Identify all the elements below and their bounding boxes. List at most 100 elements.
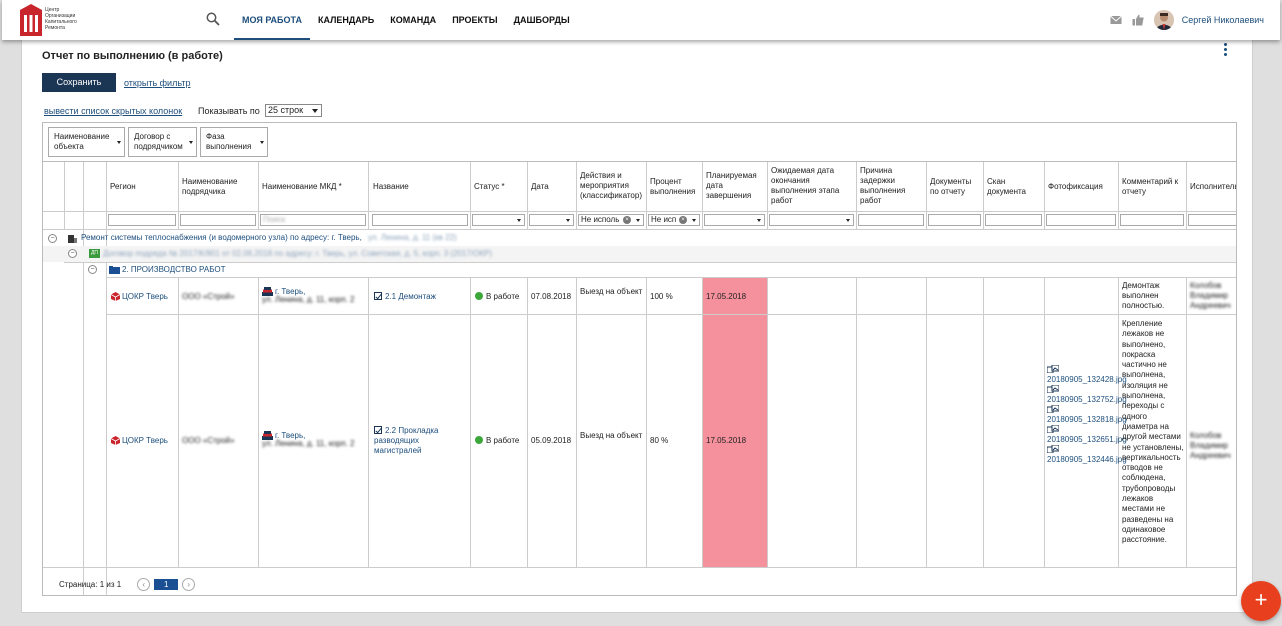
nav-my-work[interactable]: МОЯ РАБОТА bbox=[234, 0, 310, 40]
checkbox-checked-icon[interactable] bbox=[374, 426, 382, 434]
filter-select-status[interactable] bbox=[472, 214, 525, 226]
col-header-mkd[interactable]: Наименование МКД * bbox=[262, 182, 366, 192]
avatar[interactable] bbox=[1153, 10, 1174, 30]
col-header-planned[interactable]: Планируемая дата завершения bbox=[706, 171, 764, 201]
collapse-toggle-icon[interactable]: − bbox=[48, 234, 57, 243]
filter-input-contractor[interactable] bbox=[180, 214, 256, 226]
collapse-toggle-icon[interactable]: − bbox=[68, 249, 77, 258]
col-divider bbox=[1044, 277, 1045, 567]
nav-team[interactable]: КОМАНДА bbox=[382, 0, 444, 40]
filter-select-planned[interactable] bbox=[704, 214, 765, 226]
collapse-toggle-icon[interactable]: − bbox=[88, 265, 97, 274]
filter-input-documents[interactable] bbox=[928, 214, 981, 226]
logo[interactable]: Центр Организации Капитального Ремонта bbox=[20, 4, 80, 38]
col-divider bbox=[258, 277, 259, 567]
col-header-photos[interactable]: Фотофиксация bbox=[1048, 182, 1116, 192]
add-fab-button[interactable]: + bbox=[1241, 581, 1281, 621]
filter-select-percent[interactable]: Не исп × bbox=[648, 214, 700, 226]
nav-projects[interactable]: ПРОЕКТЫ bbox=[444, 0, 505, 40]
col-divider bbox=[926, 162, 927, 230]
col-header-scan[interactable]: Скан документа bbox=[987, 177, 1042, 197]
filter-input-mkd[interactable]: Поиск bbox=[260, 214, 366, 226]
thumbs-up-icon[interactable] bbox=[1132, 14, 1144, 26]
logo-icon bbox=[20, 4, 42, 36]
group-phase-label[interactable]: 2. ПРОИЗВОДСТВО РАБОТ bbox=[122, 265, 225, 274]
col-divider bbox=[527, 162, 528, 230]
photo-link[interactable]: 20180905_132428.jpg bbox=[1047, 365, 1127, 385]
col-header-documents[interactable]: Документы по отчету bbox=[930, 177, 982, 197]
image-icon bbox=[1047, 445, 1059, 453]
cell-name[interactable]: 2.1 Демонтаж bbox=[374, 292, 436, 302]
col-header-name[interactable]: Название bbox=[373, 182, 468, 192]
page-info: Страница: 1 из 1 bbox=[59, 580, 122, 589]
cell-executor: Колобов Владимир Андреевич bbox=[1190, 281, 1231, 310]
open-filter-link[interactable]: открыть фильтр bbox=[124, 78, 190, 88]
caret-down-icon bbox=[517, 219, 521, 222]
caret-down-icon bbox=[757, 219, 761, 222]
cell-mkd-address: ул. Ленина, д. 11, корп. 2 bbox=[262, 439, 355, 448]
filter-input-scan[interactable] bbox=[985, 214, 1042, 226]
hidden-columns-link[interactable]: вывести список скрытых колонок bbox=[44, 106, 182, 116]
photo-link[interactable]: 20180905_132752.jpg bbox=[1047, 385, 1127, 405]
cell-status: В работе bbox=[475, 436, 519, 446]
nav-dashboards[interactable]: ДАШБОРДЫ bbox=[506, 0, 578, 40]
rows-per-page-label: Показывать по bbox=[198, 106, 260, 116]
col-header-contractor[interactable]: Наименование подрядчика bbox=[182, 177, 256, 197]
group-chip-phase[interactable]: Фаза выполнения bbox=[200, 127, 268, 157]
group-chip-object[interactable]: Наименование объекта bbox=[48, 127, 125, 157]
cell-region[interactable]: ЦОКР Тверь bbox=[122, 436, 168, 446]
more-menu-icon[interactable] bbox=[1224, 43, 1228, 57]
clear-icon[interactable]: × bbox=[623, 216, 631, 224]
filter-input-executor[interactable] bbox=[1188, 214, 1236, 226]
caret-down-icon bbox=[260, 141, 264, 144]
user-name[interactable]: Сергей Николаевич bbox=[1182, 15, 1264, 25]
col-header-delay-reason[interactable]: Причина задержки выполнения работ bbox=[860, 166, 924, 206]
checkbox-checked-icon[interactable] bbox=[374, 292, 382, 300]
clear-icon[interactable]: × bbox=[679, 216, 687, 224]
filter-input-name[interactable] bbox=[372, 214, 468, 226]
cube-icon bbox=[111, 292, 120, 301]
col-divider bbox=[470, 277, 471, 567]
next-page-button[interactable]: › bbox=[182, 578, 196, 591]
filter-input-region[interactable] bbox=[108, 214, 176, 226]
filter-input-comment[interactable] bbox=[1120, 214, 1184, 226]
filter-select-actions[interactable]: Не исполь × bbox=[578, 214, 644, 226]
col-header-expected[interactable]: Ожидаемая дата окончания выполнения этап… bbox=[771, 166, 854, 206]
col-divider bbox=[258, 162, 259, 230]
col-header-comment[interactable]: Комментарий к отчету bbox=[1122, 177, 1184, 197]
col-header-actions[interactable]: Действия и мероприятия (классификатор) bbox=[580, 171, 644, 201]
photo-link[interactable]: 20180905_132446.jpg bbox=[1047, 445, 1127, 465]
filter-select-expected[interactable] bbox=[769, 214, 854, 226]
photo-link[interactable]: 20180905_132818.jpg bbox=[1047, 405, 1127, 425]
group-chip-contract[interactable]: Договор с подрядчиком bbox=[128, 127, 197, 157]
save-button[interactable]: Сохранить bbox=[42, 73, 116, 92]
col-header-percent[interactable]: Процент выполнения bbox=[650, 177, 700, 197]
group-chip-label: Договор с подрядчиком bbox=[134, 132, 183, 151]
group-contract-label[interactable]: Договор подряда № 2017/К/801 от 02.06.20… bbox=[103, 249, 492, 258]
prev-page-button[interactable]: ‹ bbox=[137, 578, 151, 591]
search-icon[interactable] bbox=[206, 12, 220, 26]
rows-per-page-select[interactable]: 25 строк bbox=[265, 104, 322, 117]
filter-select-date[interactable] bbox=[529, 214, 574, 226]
cell-contractor: ООО «Строй» bbox=[182, 436, 235, 445]
col-header-executor[interactable]: Исполнитель bbox=[1190, 182, 1236, 192]
status-ok-icon bbox=[475, 436, 483, 444]
cell-region[interactable]: ЦОКР Тверь bbox=[122, 292, 168, 302]
cell-name[interactable]: 2.2 Прокладка разводящих магистралей bbox=[374, 426, 468, 456]
col-header-status[interactable]: Статус * bbox=[474, 182, 525, 192]
filter-input-photos[interactable] bbox=[1046, 214, 1116, 226]
status-ok-icon bbox=[475, 292, 483, 300]
group-object-label[interactable]: Ремонт системы теплоснабжения (и водомер… bbox=[81, 233, 362, 242]
photo-list: 20180905_132428.jpg 20180905_132752.jpg … bbox=[1047, 365, 1127, 465]
photo-link[interactable]: 20180905_132651.jpg bbox=[1047, 425, 1127, 445]
nav-calendar[interactable]: КАЛЕНДАРЬ bbox=[310, 0, 382, 40]
filter-input-delay[interactable] bbox=[858, 214, 924, 226]
col-divider bbox=[368, 162, 369, 230]
col-header-date[interactable]: Дата bbox=[531, 182, 575, 192]
building-icon bbox=[68, 235, 77, 243]
col-divider bbox=[64, 162, 65, 230]
mail-icon[interactable] bbox=[1109, 14, 1122, 26]
col-header-region[interactable]: Регион bbox=[110, 182, 176, 192]
current-page[interactable]: 1 bbox=[154, 579, 179, 590]
cell-comment: Крепление лежаков не выполнено, покраска… bbox=[1122, 319, 1184, 545]
